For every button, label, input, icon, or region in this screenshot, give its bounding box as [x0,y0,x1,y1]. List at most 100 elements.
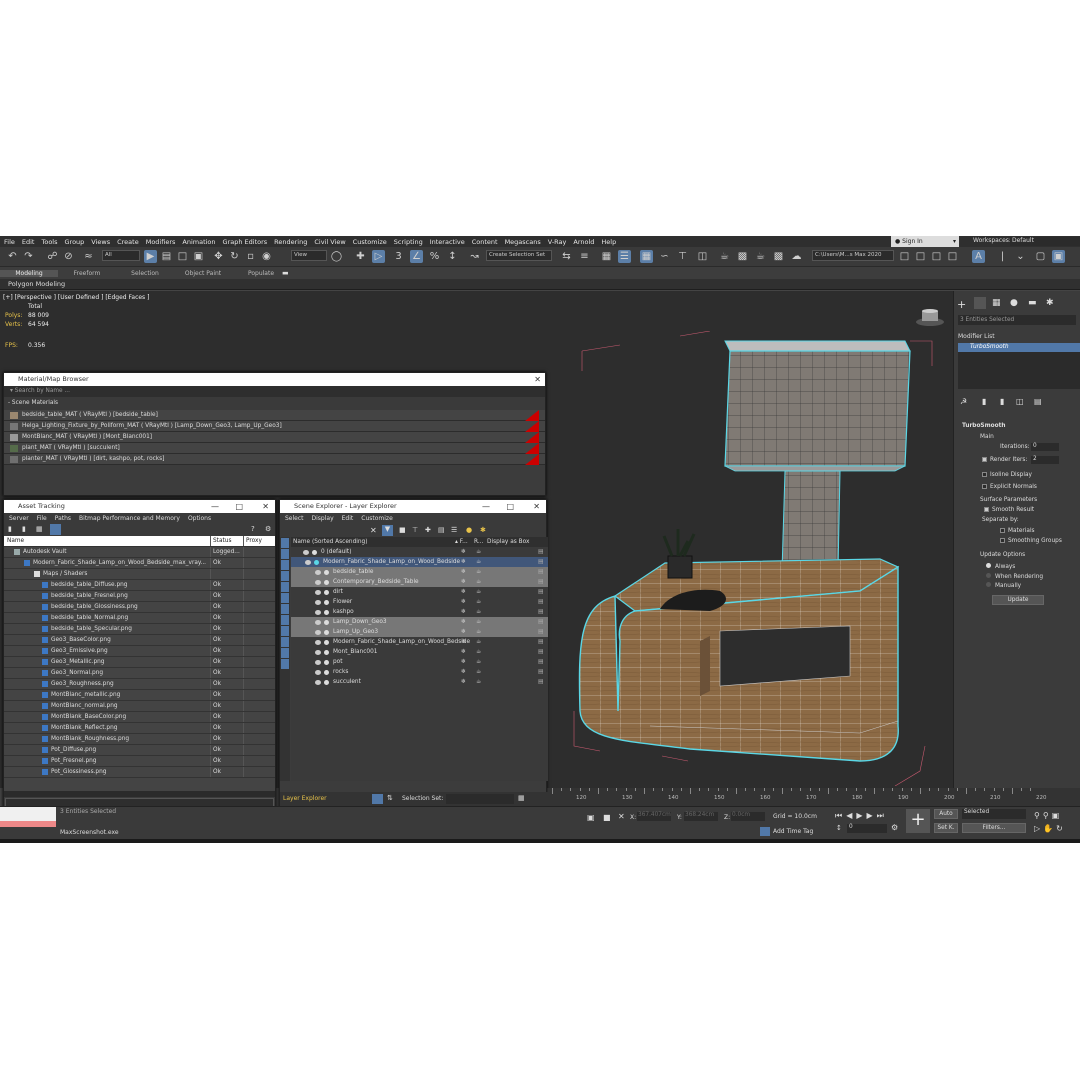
explorer-menu-edit[interactable]: Edit [342,515,354,522]
add-time-tag-button[interactable]: Add Time Tag [773,828,813,835]
visibility-eye-icon[interactable] [315,579,321,585]
viewport-nav-controls-2[interactable]: ▷✋↻ [1034,824,1066,833]
table-row[interactable]: Geo3_Roughness.png Ok [4,679,275,690]
list-item[interactable]: Flower ❄ ☕ ▤ [291,597,548,607]
zoom-all-icon[interactable]: ⚲ [1043,811,1052,820]
rect-selection-icon[interactable]: □ [176,250,189,263]
smoothing-groups-checkbox[interactable]: Smoothing Groups [1000,538,1062,544]
materials-checkbox[interactable]: Materials [1000,528,1035,534]
place-icon[interactable]: ◉ [260,250,273,263]
material-item[interactable]: planter_MAT ( VRayMtl ) [dirt, kashpo, p… [4,454,545,465]
visibility-eye-icon[interactable] [315,619,321,625]
sort-icon[interactable]: ⇅ [387,794,393,802]
window-crossing-icon[interactable]: ▣ [192,250,205,263]
z-coordinate-field[interactable]: 0.0cm [731,812,765,821]
table-row[interactable]: Pot_Diffuse.png Ok [4,745,275,756]
display-box-icon[interactable]: ▤ [538,569,543,575]
unlink-icon[interactable]: ⊘ [62,250,75,263]
list-item[interactable]: bedside_table ❄ ☕ ▤ [291,567,548,577]
display-xrefs-icon[interactable] [281,615,289,625]
list-item[interactable]: Contemporary_Bedside_Table ❄ ☕ ▤ [291,577,548,587]
menu-tools[interactable]: Tools [41,238,57,246]
highlight-icon[interactable]: ● [466,526,472,534]
modify-tab-icon[interactable] [974,297,986,309]
freeze-icon[interactable]: ❄ [461,669,466,675]
selected-set-dropdown[interactable]: Selected [962,809,1026,819]
project-new-icon[interactable]: □ [946,250,959,263]
slider-icon[interactable]: | [996,250,1009,263]
project-open-icon[interactable]: □ [898,250,911,263]
list-view-icon[interactable]: ▮ [22,525,26,533]
menu-help[interactable]: Help [601,238,616,246]
undo-icon[interactable]: ↶ [6,250,19,263]
when-rendering-radio[interactable]: When Rendering [986,573,1043,580]
freeze-icon[interactable]: ❄ [461,619,466,625]
display-box-icon[interactable]: ▤ [538,579,543,585]
display-box-icon[interactable]: ▤ [538,589,543,595]
freeze-icon[interactable]: ❄ [461,589,466,595]
close-icon[interactable]: ✕ [370,526,377,535]
table-row[interactable]: bedside_table_Normal.png Ok [4,613,275,624]
material-item[interactable]: Helga_Lighting_Fixture_by_Poliform_MAT (… [4,421,545,432]
render-teapot-icon[interactable]: ☕ [476,679,481,685]
menu-arnold[interactable]: Arnold [573,238,594,246]
menu-group[interactable]: Group [65,238,85,246]
table-row[interactable]: Geo3_BaseColor.png Ok [4,635,275,646]
chevron-double-down-icon[interactable]: ⌄ [1014,250,1027,263]
tree-view-icon[interactable] [50,524,61,535]
filter-icon[interactable]: ▼ [382,525,393,536]
rendered-frame-icon[interactable]: ▩ [736,250,749,263]
table-row[interactable]: bedside_table_Diffuse.png Ok [4,580,275,591]
explorer-mode-label[interactable]: Layer Explorer [283,795,327,802]
maximize-panel-icon[interactable]: ▢ [1034,250,1047,263]
display-box-icon[interactable]: ▤ [538,559,543,565]
keyboard-shortcut-icon[interactable]: ▷ [372,250,385,263]
display-box-icon[interactable]: ▤ [538,669,543,675]
menu-interactive[interactable]: Interactive [430,238,465,246]
display-containers-icon[interactable] [281,637,289,647]
make-unique-icon[interactable]: ▮ [1000,397,1004,406]
render-iters-checkbox[interactable]: Render Iters: [982,457,1027,463]
render-iters-spinner[interactable]: 2 [1031,456,1059,464]
pivot-center-icon[interactable]: ◯ [330,250,343,263]
key-mode-icon[interactable]: ↕ [836,824,842,832]
display-helpers-icon[interactable] [281,582,289,592]
selection-filter-dropdown[interactable]: All [102,250,140,261]
display-lights-icon[interactable] [281,560,289,570]
ribbon-options-icon[interactable]: ▬ [282,269,289,277]
visibility-eye-icon[interactable] [303,549,309,555]
material-search-input[interactable]: ▾ Search by Name ... [4,386,545,397]
horizontal-scrollbar[interactable] [4,791,275,797]
list-item[interactable]: Modern_Fabric_Shade_Lamp_on_Wood_Bedside… [291,557,548,567]
display-box-icon[interactable]: ▤ [538,639,543,645]
render-to-texture-icon[interactable]: ▩ [772,250,785,263]
hierarchy-tab-icon[interactable]: ▦ [992,298,1001,308]
material-item[interactable]: bedside_table_MAT ( VRayMtl ) [bedside_t… [4,410,545,421]
schematic-view-icon[interactable]: ⊤ [676,250,689,263]
table-row[interactable]: bedside_table_Glossiness.png Ok [4,602,275,613]
current-frame-field[interactable]: 0 [847,824,887,833]
table-row[interactable]: Geo3_Emissive.png Ok [4,646,275,657]
table-row[interactable]: bedside_table_Fresnel.png Ok [4,591,275,602]
asset-menu-bitmap[interactable]: Bitmap Performance and Memory [79,515,180,522]
menu-megascans[interactable]: Megascans [505,238,541,246]
render-teapot-icon[interactable]: ☕ [476,599,481,605]
utilities-tab-icon[interactable]: ✱ [1046,298,1054,308]
selection-set-dropdown[interactable] [446,794,514,804]
display-box-icon[interactable]: ▤ [538,679,543,685]
list-item[interactable]: Lamp_Up_Geo3 ❄ ☕ ▤ [291,627,548,637]
modifier-stack[interactable]: TurboSmooth [958,343,1080,389]
menu-civilview[interactable]: Civil View [314,238,345,246]
time-tag-icon[interactable] [760,827,770,836]
render-teapot-icon[interactable]: ☕ [476,589,481,595]
hierarchy-icon[interactable]: ⊤ [412,526,418,534]
scene-materials-header[interactable]: - Scene Materials [4,397,545,410]
visibility-eye-icon[interactable] [315,659,321,665]
project-folder-dropdown[interactable]: C:\Users\M...s Max 2020 [812,250,894,261]
visibility-eye-icon[interactable] [315,669,321,675]
freeze-icon[interactable]: ❄ [461,549,466,555]
menu-rendering[interactable]: Rendering [274,238,307,246]
orbit-icon[interactable]: ↻ [1056,824,1066,833]
snaps-toggle-icon[interactable]: 3 [392,250,405,263]
create-tab-icon[interactable]: + [957,298,966,311]
